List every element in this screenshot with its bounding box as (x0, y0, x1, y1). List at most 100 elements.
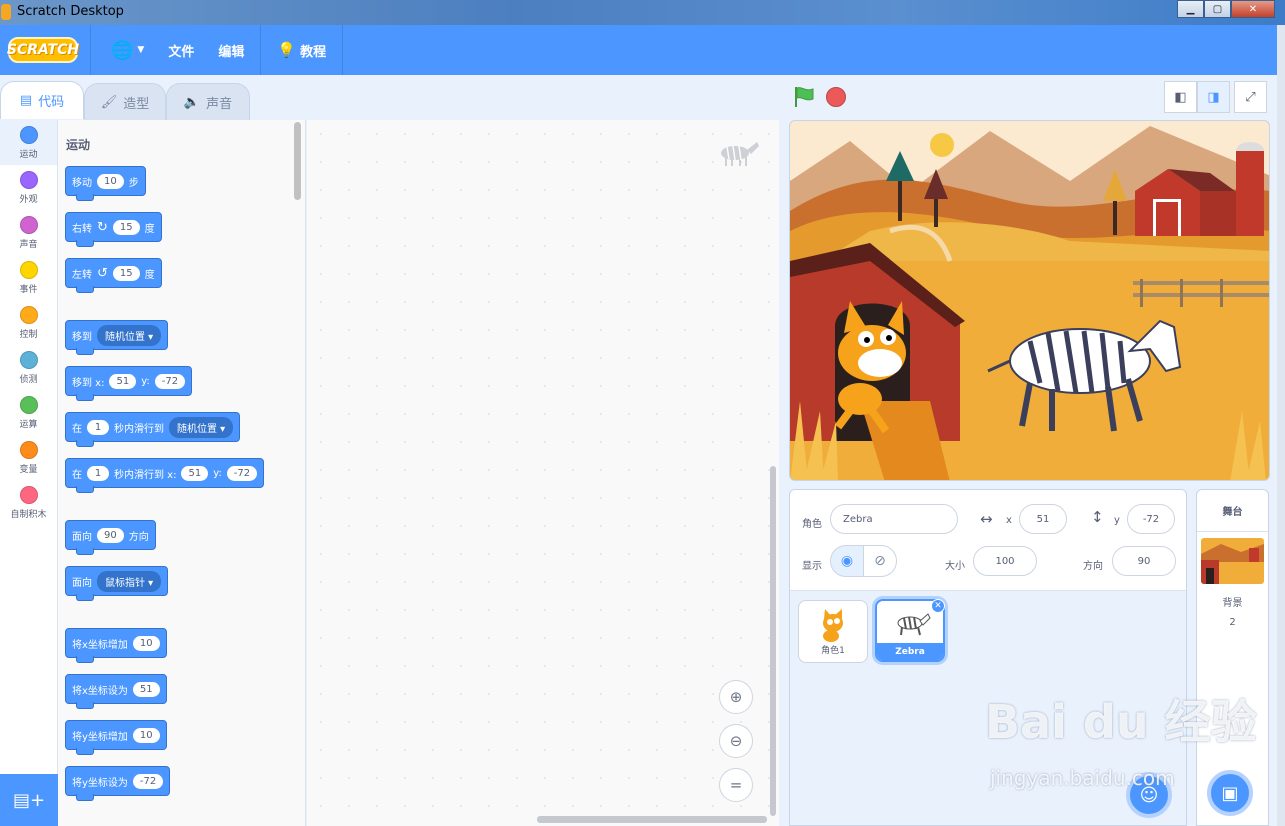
block-point-towards[interactable]: 面向 鼠标指针 ▾ (65, 566, 169, 601)
palette-scrollbar[interactable] (294, 122, 301, 200)
category-variables[interactable]: 变量 (0, 435, 57, 480)
block-number-input[interactable]: -72 (154, 373, 186, 389)
choose-backdrop-button[interactable]: ▣ (1207, 770, 1253, 816)
block-text: 度 (144, 269, 155, 281)
block-goto-xy[interactable]: 移到 x: 51 y: -72 (65, 366, 193, 401)
menu-divider (260, 25, 262, 75)
minimize-button[interactable]: ▁ (1177, 0, 1204, 18)
size-input[interactable]: 100 (973, 546, 1037, 576)
block-dropdown[interactable]: 鼠标指针 ▾ (97, 570, 162, 592)
stage-selector-title: 舞台 (1197, 490, 1268, 532)
edit-menu[interactable]: 编辑 (206, 25, 256, 75)
block-number-input[interactable]: 1 (87, 419, 109, 435)
sprite-info-panel: 角色 Zebra ↔ x 51 ↕ y -72 显示 ◉ ⊘ 大小 100 方向… (790, 490, 1186, 591)
block-set-x[interactable]: 将x坐标设为 51 (65, 674, 167, 709)
block-text: 面向 (72, 577, 92, 589)
category-looks[interactable]: 外观 (0, 165, 57, 210)
block-number-input[interactable]: 51 (132, 681, 160, 697)
block-number-input[interactable]: 51 (181, 465, 209, 481)
category-dot-icon (19, 215, 38, 234)
block-number-input[interactable]: 51 (109, 373, 137, 389)
zoom-in-icon: ⊕ (729, 688, 743, 706)
tab-code[interactable]: ▤ 代码 (0, 81, 84, 119)
sprite-tile-cat[interactable]: 角色1 (798, 600, 868, 663)
zoom-out-button[interactable]: ⊖ (719, 724, 753, 758)
block-turn-left[interactable]: 左转 ↺ 15 度 (65, 258, 162, 293)
category-motion[interactable]: 运动 (0, 120, 57, 165)
script-workspace[interactable]: ⊕ ⊖ = (307, 120, 779, 826)
category-label: 声音 (19, 239, 38, 250)
fullscreen-button[interactable]: ⤢ (1234, 81, 1267, 113)
show-sprite-toggle[interactable]: ◉ (830, 545, 864, 577)
file-menu[interactable]: 文件 (156, 25, 206, 75)
tab-costumes[interactable]: 🖌 造型 (84, 83, 166, 121)
x-position-input[interactable]: 51 (1019, 504, 1067, 534)
menu-bar: SCRATCH 🌐 ▼ 文件 编辑 💡 教程 (0, 25, 1277, 75)
block-number-input[interactable]: 10 (132, 727, 160, 743)
block-glide-to[interactable]: 在 1 秒内滑行到 随机位置 ▾ (65, 412, 241, 447)
category-control[interactable]: 控制 (0, 300, 57, 345)
sprite-name-input[interactable]: Zebra (830, 504, 958, 534)
category-operators[interactable]: 运算 (0, 390, 57, 435)
stage-canvas[interactable] (789, 120, 1270, 481)
block-turn-right[interactable]: 右转 ↻ 15 度 (65, 212, 162, 247)
category-sound[interactable]: 声音 (0, 210, 57, 255)
sprite-name-label: 角色 (802, 519, 822, 530)
block-move-steps[interactable]: 移动 10 步 (65, 166, 146, 201)
block-change-y[interactable]: 将y坐标增加 10 (65, 720, 167, 755)
brush-icon: 🖌 (100, 95, 118, 110)
delete-sprite-icon[interactable]: ✕ (931, 599, 945, 613)
block-dropdown[interactable]: 随机位置 ▾ (169, 416, 234, 438)
category-dot-icon (19, 485, 38, 504)
block-number-input[interactable]: 15 (112, 219, 140, 235)
small-stage-button[interactable]: ◧ (1164, 81, 1197, 113)
baidu-watermark-url: jingyan.baidu.com (990, 766, 1175, 790)
stop-icon[interactable] (826, 87, 846, 107)
block-point-direction[interactable]: 面向 90 方向 (65, 520, 156, 555)
add-extension-button[interactable]: ▤+ (0, 774, 58, 826)
palette-section-title: 运动 (66, 138, 91, 152)
close-window-button[interactable]: ✕ (1231, 0, 1275, 18)
scratch-logo[interactable]: SCRATCH (7, 37, 79, 63)
block-number-input[interactable]: -72 (226, 465, 258, 481)
green-flag-icon[interactable] (793, 86, 815, 108)
block-number-input[interactable]: 10 (97, 173, 124, 189)
block-glide-xy[interactable]: 在 1 秒内滑行到 x: 51 y: -72 (65, 458, 265, 493)
category-label: 侦测 (19, 374, 38, 385)
block-change-x[interactable]: 将x坐标增加 10 (65, 628, 167, 663)
category-events[interactable]: 事件 (0, 255, 57, 300)
category-label: 事件 (19, 284, 38, 295)
small-stage-icon: ◧ (1174, 89, 1187, 105)
zoom-reset-button[interactable]: = (719, 768, 753, 802)
dropdown-value: 鼠标指针 (105, 577, 145, 589)
sprite-tile-zebra[interactable]: ✕ Zebra (875, 599, 945, 662)
block-number-input[interactable]: 10 (132, 635, 160, 651)
category-my-blocks[interactable]: 自制积木 (0, 480, 57, 525)
language-menu[interactable]: 🌐 ▼ (99, 25, 156, 75)
block-text: 移动 (72, 177, 92, 189)
tab-sounds[interactable]: 🔈 声音 (166, 83, 250, 121)
zoom-in-button[interactable]: ⊕ (719, 680, 753, 714)
direction-input[interactable]: 90 (1112, 546, 1176, 576)
block-dropdown[interactable]: 随机位置 ▾ (97, 324, 162, 346)
workspace-horizontal-scrollbar[interactable] (537, 816, 767, 823)
block-number-input[interactable]: 15 (112, 265, 140, 281)
stage-scene-illustration (790, 121, 1269, 480)
maximize-button[interactable]: ▢ (1204, 0, 1231, 18)
block-number-input[interactable]: 90 (97, 527, 124, 543)
block-text: 方向 (128, 531, 149, 543)
large-stage-button[interactable]: ◨ (1197, 81, 1230, 113)
block-text: 在 (72, 423, 82, 435)
y-position-input[interactable]: -72 (1127, 504, 1175, 534)
vertical-arrows-icon: ↕ (1091, 508, 1104, 526)
block-number-input[interactable]: 1 (87, 465, 109, 481)
workspace-vertical-scrollbar[interactable] (770, 466, 776, 816)
block-set-y[interactable]: 将y坐标设为 -72 (65, 766, 171, 801)
block-goto[interactable]: 移到 随机位置 ▾ (65, 320, 169, 355)
hide-sprite-toggle[interactable]: ⊘ (863, 545, 897, 577)
category-sensing[interactable]: 侦测 (0, 345, 57, 390)
tutorials-menu[interactable]: 💡 教程 (265, 25, 338, 75)
globe-icon: 🌐 (111, 39, 134, 61)
category-dot-icon (19, 395, 38, 414)
block-number-input[interactable]: -72 (132, 773, 164, 789)
